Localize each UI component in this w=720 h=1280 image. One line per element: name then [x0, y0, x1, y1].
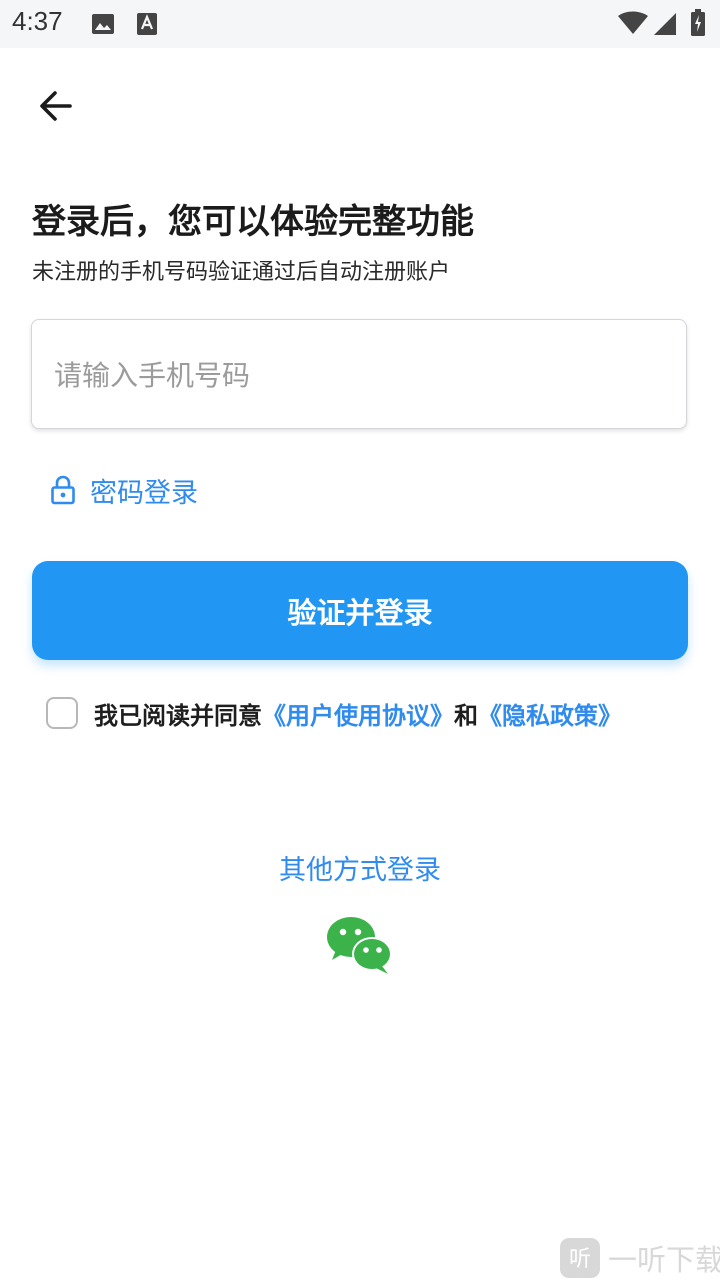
- arrow-left-icon: [40, 91, 72, 121]
- verify-login-button[interactable]: 验证并登录: [32, 561, 688, 660]
- privacy-policy-link[interactable]: 《隐私政策》: [478, 696, 622, 731]
- wechat-icon: [327, 917, 392, 974]
- battery-icon: [691, 9, 705, 36]
- watermark-text: 一听下载: [608, 1243, 720, 1277]
- agreement-row: 我已阅读并同意 《用户使用协议》 和 《隐私政策》: [46, 694, 622, 732]
- user-agreement-link[interactable]: 《用户使用协议》: [262, 696, 454, 731]
- agreement-prefix: 我已阅读并同意: [94, 701, 262, 730]
- agreement-checkbox[interactable]: [46, 697, 78, 729]
- phone-input-container: [31, 319, 687, 430]
- password-login-link[interactable]: 密码登录: [50, 468, 198, 512]
- watermark-logo-icon: 听: [560, 1238, 600, 1278]
- password-login-label: 密码登录: [90, 477, 198, 509]
- status-bar: 4:37: [0, 0, 720, 48]
- image-icon: [92, 14, 114, 34]
- agreement-conjunction: 和: [454, 701, 478, 730]
- page-subtitle: 未注册的手机号码验证通过后自动注册账户: [32, 260, 451, 285]
- back-button[interactable]: [30, 80, 82, 132]
- signal-icon: [654, 13, 676, 35]
- wechat-login-button[interactable]: [324, 912, 396, 976]
- wifi-icon: [618, 11, 648, 34]
- login-screen: 4:37 登录后，您可以体验完整功能 未注册的手机号码验证通过后自动注册账户 请…: [0, 0, 720, 1280]
- phone-number-input[interactable]: [52, 320, 666, 430]
- status-time: 4:37: [12, 6, 63, 36]
- lock-icon: [51, 475, 75, 505]
- font-a-icon: [137, 13, 157, 35]
- page-title: 登录后，您可以体验完整功能: [32, 202, 474, 242]
- verify-login-label: 验证并登录: [287, 595, 433, 630]
- svg-text:听: 听: [569, 1247, 591, 1272]
- watermark: 听 一听下载: [560, 1238, 720, 1278]
- other-login-label: 其他方式登录: [279, 855, 441, 886]
